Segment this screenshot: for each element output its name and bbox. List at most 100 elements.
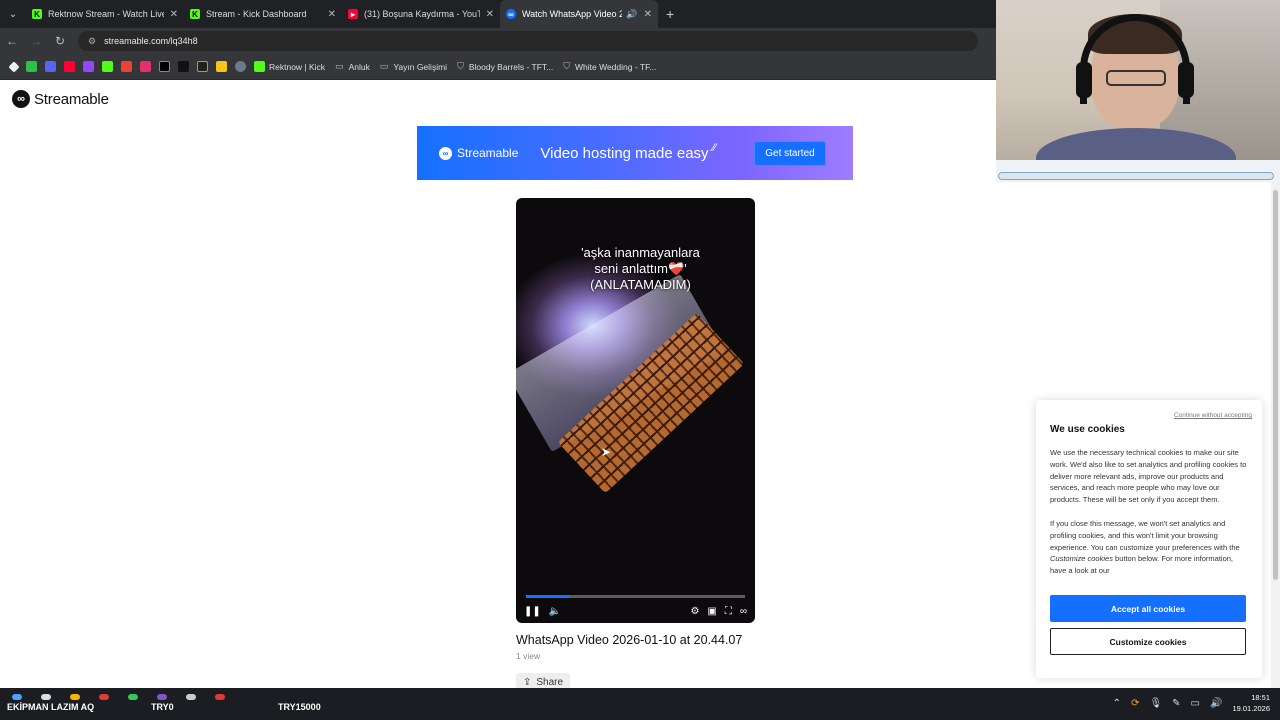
- taskbar-app-icon[interactable]: [41, 694, 51, 700]
- taskbar-overlay-text-3: TRY15000: [278, 702, 321, 712]
- video-progress-bar[interactable]: [526, 595, 745, 598]
- clock[interactable]: 18:51 19.01.2026: [1232, 692, 1270, 714]
- system-tray: ⌃ ⟳ 🎙 ✎ ▭ 🔊 18:51 19.01.2026: [1113, 692, 1270, 714]
- clock-time: 18:51: [1251, 693, 1270, 702]
- shield-icon: ⛉: [457, 61, 464, 71]
- bookmark-rektnow[interactable]: Rektnow | Kick: [250, 61, 325, 72]
- cookie-paragraph-2: If you close this message, we won't set …: [1050, 518, 1248, 577]
- imdb-icon[interactable]: [216, 61, 227, 72]
- forward-arrow-icon[interactable]: →: [24, 34, 48, 48]
- speaker-icon[interactable]: 🔊: [626, 9, 637, 20]
- streamable-icon: ∞: [439, 146, 452, 160]
- bookmark-yayin-gelisimi[interactable]: ▭ Yayın Gelişimi: [380, 61, 447, 72]
- microphone-icon[interactable]: 🎙: [1149, 698, 1162, 709]
- youtube-icon[interactable]: [64, 61, 75, 72]
- url-input[interactable]: ⚙ streamable.com/lq34h8: [78, 31, 978, 51]
- bookmarks-bar: Rektnow | Kick ▭ Anluk ▭ Yayın Gelişimi …: [0, 54, 996, 80]
- streamable-icon[interactable]: ∞: [740, 606, 747, 617]
- accept-all-cookies-button[interactable]: Accept all cookies: [1050, 595, 1246, 622]
- view-count: 1 view: [516, 651, 541, 661]
- volume-icon[interactable]: 🔊: [1210, 698, 1222, 709]
- x-icon[interactable]: [159, 61, 170, 72]
- kick-icon: K: [32, 9, 42, 19]
- close-icon[interactable]: ✕: [328, 9, 336, 20]
- headset-ear-left: [1076, 62, 1092, 98]
- browser-tab-bar: ⌄ K Rektnow Stream - Watch Live o ✕ K St…: [0, 0, 996, 28]
- webcam-overlay-strip: [996, 160, 1280, 182]
- kick-icon: [254, 61, 265, 72]
- twitch-icon[interactable]: [83, 61, 94, 72]
- cookie-paragraph-2-a: If you close this message, we won't set …: [1050, 518, 1240, 552]
- ad-tagline: Video hosting made easy: [540, 144, 709, 162]
- pause-icon[interactable]: ❚❚: [524, 606, 541, 617]
- bookmark-anluk[interactable]: ▭ Anluk: [335, 61, 370, 72]
- tab-search-icon[interactable]: ⌄: [0, 0, 26, 28]
- close-icon[interactable]: ✕: [486, 9, 494, 20]
- headset-ear-right: [1178, 62, 1194, 98]
- taskbar-app-icon[interactable]: [128, 694, 138, 700]
- tiktok-icon[interactable]: [178, 61, 189, 72]
- tab-streamable[interactable]: ∞ Watch WhatsApp Video 20 🔊 ✕: [500, 0, 658, 28]
- url-text: streamable.com/lq34h8: [104, 36, 198, 46]
- back-arrow-icon[interactable]: ←: [0, 34, 24, 48]
- settings-gear-icon[interactable]: ⚙: [690, 606, 699, 617]
- video-player[interactable]: 'aşka inanmayanlara seni anlattım❤️‍🩹' (…: [516, 198, 755, 623]
- video-controls: ❚❚ 🔈 ⚙ ▣ ⛶ ∞: [516, 602, 755, 620]
- display-icon[interactable]: ▭: [1191, 698, 1200, 709]
- taskbar-app-icon[interactable]: [215, 694, 225, 700]
- glasses: [1106, 70, 1166, 86]
- streamable-logo-icon: ∞: [12, 90, 30, 108]
- gmail-icon[interactable]: [121, 61, 132, 72]
- site-settings-icon[interactable]: ⚙: [88, 36, 96, 47]
- close-icon[interactable]: ✕: [644, 9, 652, 20]
- app-icon[interactable]: [197, 61, 208, 72]
- shield-icon: ⛉: [563, 61, 570, 71]
- bookmark-white-wedding[interactable]: ⛉ White Wedding - TF...: [563, 61, 656, 72]
- taskbar-overlay-text-1: EKİPMAN LAZIM AQ: [7, 702, 95, 712]
- mouse-cursor-icon: ➤: [601, 445, 612, 459]
- chevron-up-icon[interactable]: ⌃: [1113, 698, 1121, 709]
- diamond-icon[interactable]: [8, 60, 20, 73]
- get-started-button[interactable]: Get started: [754, 140, 826, 166]
- close-icon[interactable]: ✕: [170, 9, 178, 20]
- discord-icon[interactable]: [45, 61, 56, 72]
- taskbar-app-icon[interactable]: [157, 694, 167, 700]
- scrollbar-thumb[interactable]: [1273, 190, 1278, 580]
- continue-without-accepting-link[interactable]: Continue without accepting: [1174, 412, 1252, 419]
- spreadsheet-icon[interactable]: [26, 61, 37, 72]
- tab-youtube[interactable]: ▸ (31) Boşuna Kaydırma - YouTub ✕: [342, 0, 500, 28]
- picture-in-picture-icon[interactable]: ▣: [707, 606, 716, 617]
- fullscreen-icon[interactable]: ⛶: [725, 606, 732, 617]
- taskbar-app-icons: [12, 694, 244, 700]
- caption-line-3: (ANLATAMADIM): [590, 277, 691, 292]
- tab-kick-dashboard[interactable]: K Stream - Kick Dashboard ✕: [184, 0, 342, 28]
- bookmark-bloody-barrels[interactable]: ⛉ Bloody Barrels - TFT...: [457, 61, 553, 72]
- page-scrollbar[interactable]: [1271, 182, 1280, 688]
- sparkle-icon: ⁄⁄: [712, 142, 717, 154]
- new-tab-button[interactable]: +: [658, 6, 682, 22]
- taskbar: EKİPMAN LAZIM AQ TRY0 TRY15000 ⌃ ⟳ 🎙 ✎ ▭…: [0, 688, 1280, 720]
- ad-banner[interactable]: ∞ Streamable Video hosting made easy ⁄⁄ …: [417, 126, 853, 180]
- leaf-icon[interactable]: [235, 61, 246, 72]
- taskbar-app-icon[interactable]: [12, 694, 22, 700]
- caption-line-2: seni anlattım❤️‍🩹': [594, 261, 687, 276]
- reload-icon[interactable]: ↻: [48, 34, 72, 48]
- tab-rektnow[interactable]: K Rektnow Stream - Watch Live o ✕: [26, 0, 184, 28]
- share-icon: ⇪: [523, 676, 532, 688]
- pen-icon[interactable]: ✎: [1172, 698, 1180, 709]
- instagram-icon[interactable]: [140, 61, 151, 72]
- youtube-icon: ▸: [348, 9, 358, 19]
- taskbar-app-icon[interactable]: [186, 694, 196, 700]
- taskbar-app-icon[interactable]: [99, 694, 109, 700]
- kick-icon[interactable]: [102, 61, 113, 72]
- video-progress-played: [526, 595, 570, 598]
- volume-icon[interactable]: 🔈: [549, 606, 561, 617]
- clock-date: 19.01.2026: [1232, 704, 1270, 713]
- taskbar-app-icon[interactable]: [70, 694, 80, 700]
- customize-cookies-button[interactable]: Customize cookies: [1050, 628, 1246, 655]
- streamable-logo[interactable]: ∞ Streamable: [12, 90, 109, 108]
- sync-icon[interactable]: ⟳: [1131, 698, 1139, 709]
- video-title: WhatsApp Video 2026-01-10 at 20.44.07: [516, 633, 743, 647]
- address-bar-row: ← → ↻ ⚙ streamable.com/lq34h8: [0, 28, 996, 54]
- folder-icon: ▭: [379, 61, 389, 71]
